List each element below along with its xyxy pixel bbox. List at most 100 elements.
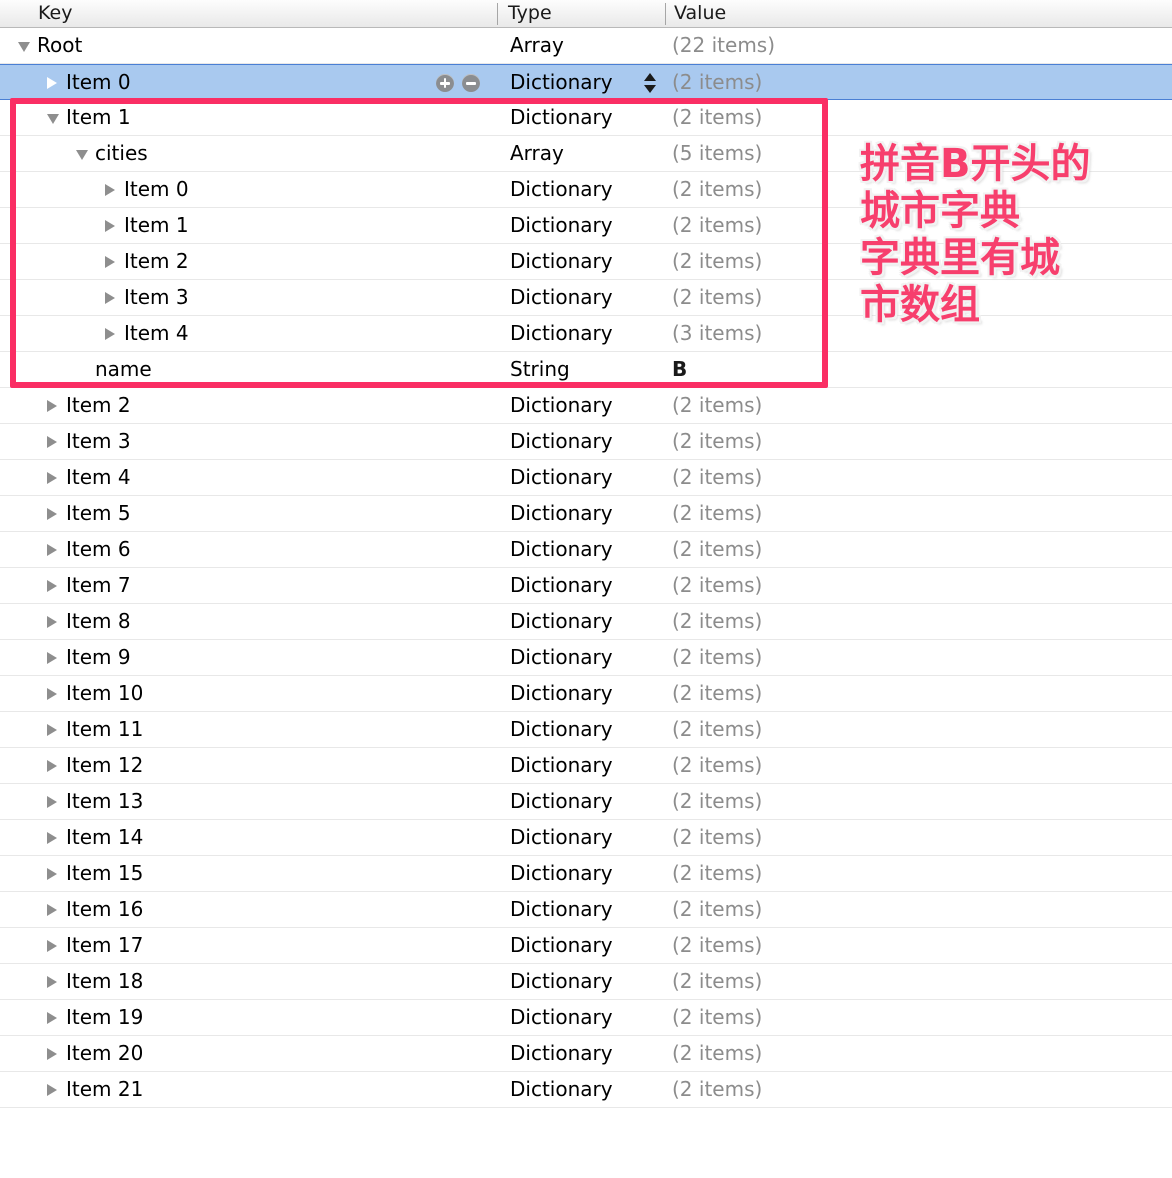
disclosure-triangle-collapsed-icon[interactable] bbox=[47, 760, 57, 772]
row-type-label[interactable]: Dictionary bbox=[510, 280, 613, 315]
row-value-label[interactable]: (2 items) bbox=[672, 388, 762, 423]
row-value-label[interactable]: (2 items) bbox=[672, 172, 762, 207]
add-row-button[interactable] bbox=[436, 74, 454, 92]
row-key-label[interactable]: Item 5 bbox=[66, 496, 131, 531]
row-key-label[interactable]: Item 11 bbox=[66, 712, 143, 747]
row-key-label[interactable]: Item 2 bbox=[66, 388, 131, 423]
row-key-label[interactable]: Item 0 bbox=[124, 172, 189, 207]
row-type-label[interactable]: Dictionary bbox=[510, 604, 613, 639]
table-row[interactable]: Item 0 Dictionary (2 items) bbox=[0, 64, 1172, 100]
row-value-label[interactable]: B bbox=[672, 352, 687, 387]
disclosure-triangle-collapsed-icon[interactable] bbox=[47, 796, 57, 808]
row-value-label[interactable]: (2 items) bbox=[672, 820, 762, 855]
row-value-label[interactable]: (2 items) bbox=[672, 460, 762, 495]
row-type-label[interactable]: Dictionary bbox=[510, 928, 613, 963]
row-key-label[interactable]: Item 10 bbox=[66, 676, 143, 711]
column-header-type[interactable]: Type bbox=[508, 0, 552, 27]
row-key-label[interactable]: Item 18 bbox=[66, 964, 143, 999]
column-divider-type-value[interactable] bbox=[665, 3, 666, 25]
row-value-label[interactable]: (2 items) bbox=[672, 532, 762, 567]
row-key-label[interactable]: Item 13 bbox=[66, 784, 143, 819]
table-row[interactable]: Item 9 Dictionary (2 items) bbox=[0, 640, 1172, 676]
column-header-key[interactable]: Key bbox=[38, 0, 72, 27]
row-value-label[interactable]: (2 items) bbox=[672, 604, 762, 639]
disclosure-triangle-collapsed-icon[interactable] bbox=[47, 652, 57, 664]
row-value-label[interactable]: (2 items) bbox=[672, 1036, 762, 1071]
row-type-label[interactable]: Dictionary bbox=[510, 748, 613, 783]
row-key-label[interactable]: Item 3 bbox=[66, 424, 131, 459]
table-row[interactable]: Item 13 Dictionary (2 items) bbox=[0, 784, 1172, 820]
disclosure-triangle-collapsed-icon[interactable] bbox=[47, 508, 57, 520]
row-type-label[interactable]: Dictionary bbox=[510, 964, 613, 999]
row-key-label[interactable]: cities bbox=[95, 136, 148, 171]
disclosure-triangle-collapsed-icon[interactable] bbox=[47, 616, 57, 628]
row-key-label[interactable]: Item 6 bbox=[66, 532, 131, 567]
row-type-label[interactable]: Array bbox=[510, 136, 564, 171]
disclosure-triangle-collapsed-icon[interactable] bbox=[47, 832, 57, 844]
disclosure-triangle-collapsed-icon[interactable] bbox=[47, 472, 57, 484]
table-row[interactable]: Item 12 Dictionary (2 items) bbox=[0, 748, 1172, 784]
disclosure-triangle-expanded-icon[interactable] bbox=[76, 150, 88, 160]
disclosure-triangle-collapsed-icon[interactable] bbox=[47, 868, 57, 880]
table-row[interactable]: name String B bbox=[0, 352, 1172, 388]
disclosure-triangle-collapsed-icon[interactable] bbox=[47, 904, 57, 916]
row-key-label[interactable]: Item 2 bbox=[124, 244, 189, 279]
table-row[interactable]: Item 15 Dictionary (2 items) bbox=[0, 856, 1172, 892]
row-key-label[interactable]: name bbox=[95, 352, 152, 387]
row-key-label[interactable]: Item 21 bbox=[66, 1072, 143, 1107]
row-key-label[interactable]: Item 1 bbox=[66, 100, 131, 135]
table-row[interactable]: Item 11 Dictionary (2 items) bbox=[0, 712, 1172, 748]
disclosure-triangle-expanded-icon[interactable] bbox=[47, 114, 59, 124]
remove-row-button[interactable] bbox=[462, 74, 480, 92]
row-type-label[interactable]: Dictionary bbox=[510, 784, 613, 819]
disclosure-triangle-collapsed-icon[interactable] bbox=[47, 77, 57, 89]
row-key-label[interactable]: Item 4 bbox=[124, 316, 189, 351]
disclosure-triangle-collapsed-icon[interactable] bbox=[105, 292, 115, 304]
row-type-label[interactable]: Array bbox=[510, 28, 564, 63]
row-value-label[interactable]: (2 items) bbox=[672, 1072, 762, 1107]
table-row[interactable]: Item 17 Dictionary (2 items) bbox=[0, 928, 1172, 964]
table-row[interactable]: Item 19 Dictionary (2 items) bbox=[0, 1000, 1172, 1036]
disclosure-triangle-collapsed-icon[interactable] bbox=[105, 184, 115, 196]
row-type-label[interactable]: Dictionary bbox=[510, 496, 613, 531]
row-value-label[interactable]: (2 items) bbox=[672, 676, 762, 711]
row-key-label[interactable]: Item 15 bbox=[66, 856, 143, 891]
table-row[interactable]: Item 16 Dictionary (2 items) bbox=[0, 892, 1172, 928]
row-value-label[interactable]: (3 items) bbox=[672, 316, 762, 351]
disclosure-triangle-collapsed-icon[interactable] bbox=[47, 940, 57, 952]
row-value-label[interactable]: (2 items) bbox=[672, 244, 762, 279]
row-value-label[interactable]: (2 items) bbox=[672, 892, 762, 927]
row-type-label[interactable]: String bbox=[510, 352, 570, 387]
row-value-label[interactable]: (2 items) bbox=[672, 65, 762, 100]
row-value-label[interactable]: (2 items) bbox=[672, 784, 762, 819]
row-value-label[interactable]: (2 items) bbox=[672, 100, 762, 135]
row-type-label[interactable]: Dictionary bbox=[510, 640, 613, 675]
disclosure-triangle-collapsed-icon[interactable] bbox=[47, 544, 57, 556]
row-value-label[interactable]: (2 items) bbox=[672, 748, 762, 783]
row-type-label[interactable]: Dictionary bbox=[510, 100, 613, 135]
row-key-label[interactable]: Item 1 bbox=[124, 208, 189, 243]
row-type-label[interactable]: Dictionary bbox=[510, 424, 613, 459]
table-row[interactable]: Item 2 Dictionary (2 items) bbox=[0, 388, 1172, 424]
row-key-label[interactable]: Item 8 bbox=[66, 604, 131, 639]
table-row[interactable]: Item 8 Dictionary (2 items) bbox=[0, 604, 1172, 640]
row-value-label[interactable]: (2 items) bbox=[672, 964, 762, 999]
row-value-label[interactable]: (2 items) bbox=[672, 424, 762, 459]
row-value-label[interactable]: (2 items) bbox=[672, 1000, 762, 1035]
row-key-label[interactable]: Item 7 bbox=[66, 568, 131, 603]
row-value-label[interactable]: (2 items) bbox=[672, 568, 762, 603]
row-key-label[interactable]: Root bbox=[37, 28, 82, 63]
disclosure-triangle-collapsed-icon[interactable] bbox=[105, 328, 115, 340]
row-type-label[interactable]: Dictionary bbox=[510, 1072, 613, 1107]
row-type-label[interactable]: Dictionary bbox=[510, 856, 613, 891]
table-row[interactable]: Item 6 Dictionary (2 items) bbox=[0, 532, 1172, 568]
table-row[interactable]: Item 5 Dictionary (2 items) bbox=[0, 496, 1172, 532]
row-type-label[interactable]: Dictionary bbox=[510, 388, 613, 423]
table-row[interactable]: Root Array (22 items) bbox=[0, 28, 1172, 64]
table-row[interactable]: Item 14 Dictionary (2 items) bbox=[0, 820, 1172, 856]
table-row[interactable]: Item 20 Dictionary (2 items) bbox=[0, 1036, 1172, 1072]
disclosure-triangle-collapsed-icon[interactable] bbox=[47, 724, 57, 736]
row-value-label[interactable]: (2 items) bbox=[672, 640, 762, 675]
row-type-label[interactable]: Dictionary bbox=[510, 892, 613, 927]
disclosure-triangle-collapsed-icon[interactable] bbox=[47, 976, 57, 988]
